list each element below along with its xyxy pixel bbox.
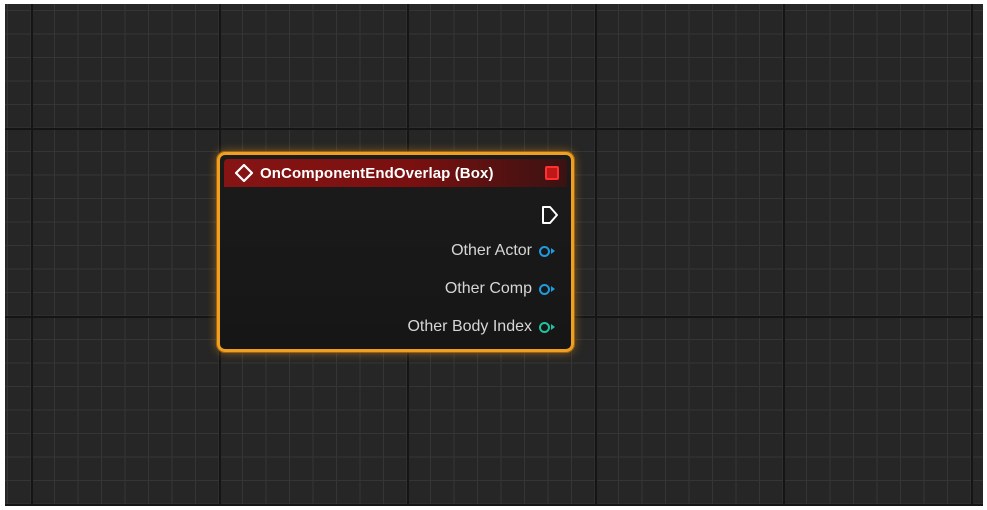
pin-label-other-body-index: Other Body Index: [407, 318, 532, 335]
object-pin-icon[interactable]: [539, 245, 550, 257]
event-node-on-component-end-overlap[interactable]: OnComponentEndOverlap (Box) Other Actor …: [217, 152, 574, 352]
pin-arrow-icon: [551, 324, 555, 330]
pin-row-other-comp[interactable]: Other Comp: [445, 280, 555, 298]
pin-label-other-comp: Other Comp: [444, 280, 532, 297]
event-diamond-icon: [234, 163, 254, 183]
node-title: OnComponentEndOverlap (Box): [260, 164, 494, 182]
blueprint-graph-canvas[interactable]: OnComponentEndOverlap (Box) Other Actor …: [5, 4, 983, 506]
pin-row-other-body-index[interactable]: Other Body Index: [407, 318, 555, 336]
node-header[interactable]: OnComponentEndOverlap (Box): [224, 159, 567, 187]
exec-output-icon[interactable]: [541, 205, 559, 225]
integer-pin-icon[interactable]: [539, 321, 550, 333]
pin-arrow-icon: [551, 286, 555, 292]
pin-arrow-icon: [551, 248, 555, 254]
object-pin-icon[interactable]: [539, 283, 550, 295]
pin-row-other-actor[interactable]: Other Actor: [451, 242, 555, 260]
delegate-square-icon[interactable]: [545, 166, 559, 180]
pin-label-other-actor: Other Actor: [451, 242, 532, 259]
